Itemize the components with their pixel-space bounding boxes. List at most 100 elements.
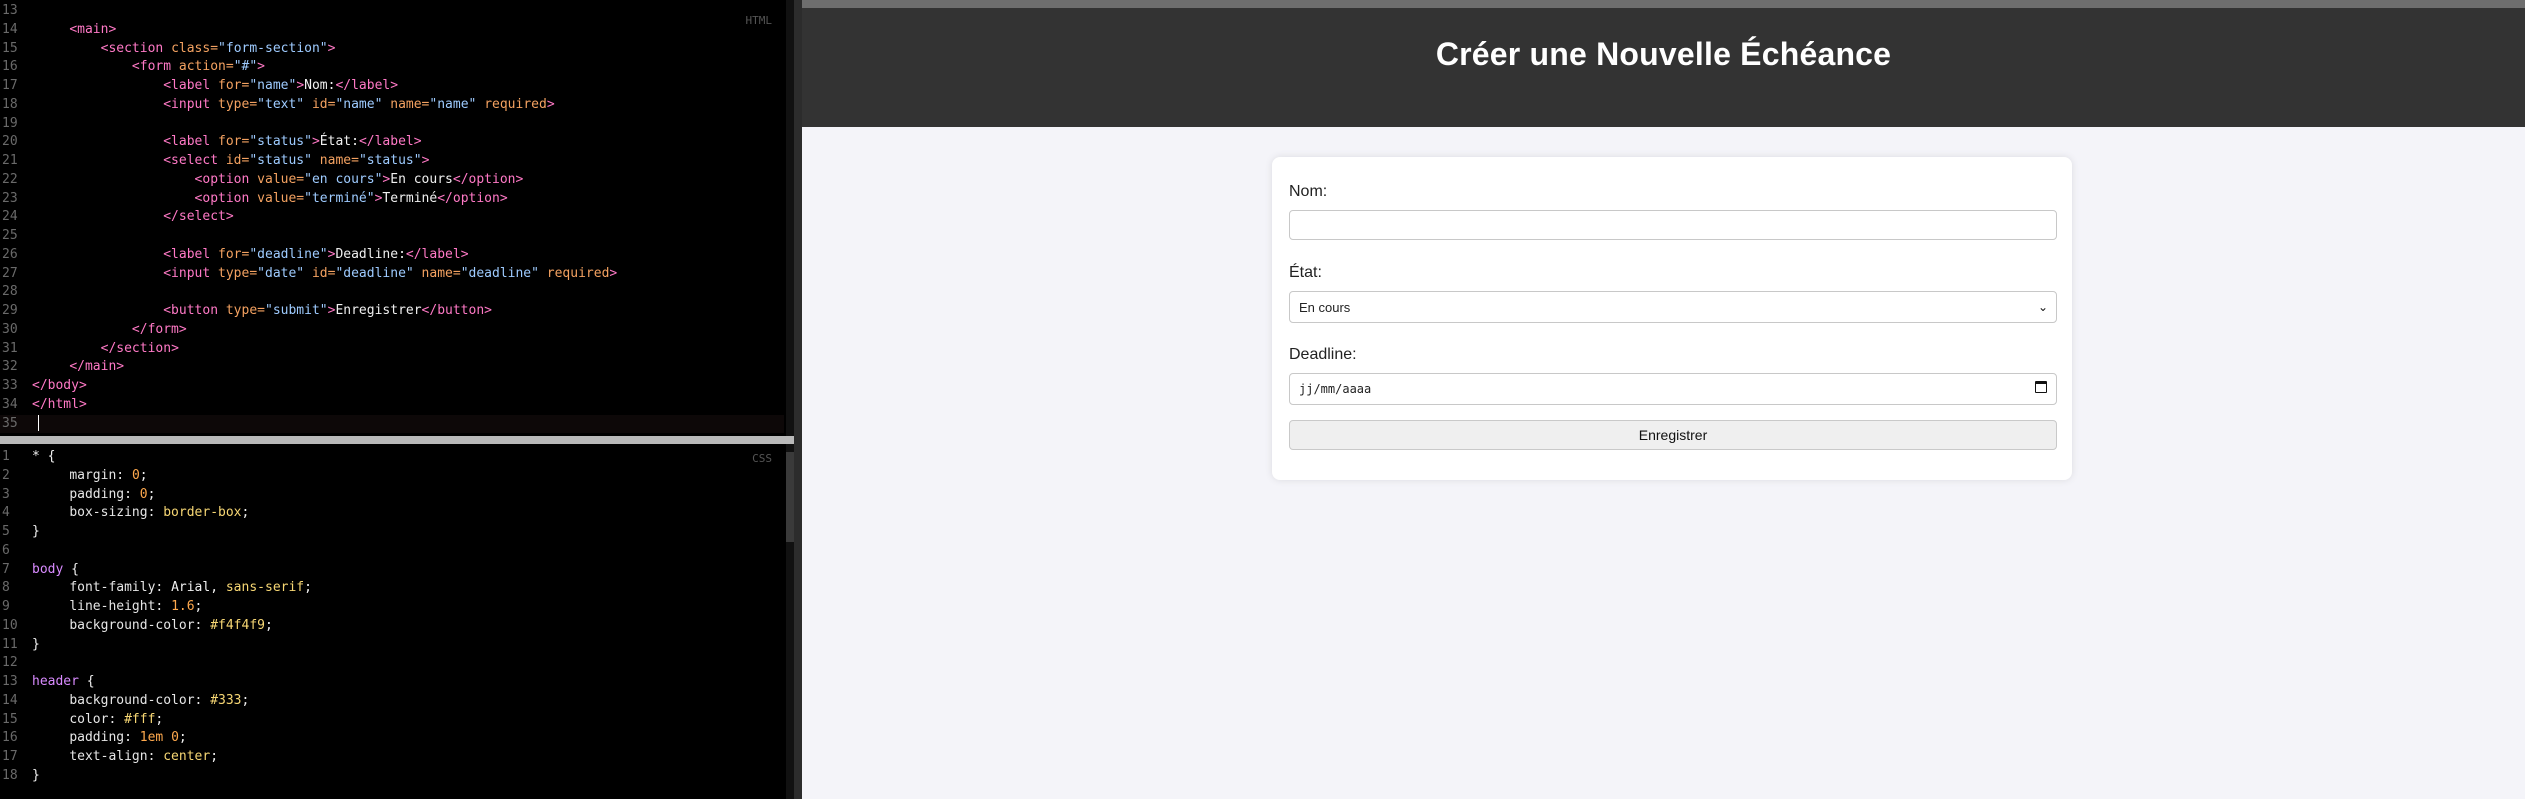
code-text: <option value="en cours">En cours</optio… [194,171,524,187]
code-line[interactable]: 20 <label for="status">État:</label> [0,133,784,152]
line-number: 15 [2,40,18,56]
line-number: 16 [2,730,18,746]
code-text: <option value="terminé">Terminé</option> [194,190,508,206]
code-text: <main> [69,21,117,37]
code-line[interactable]: 35 [0,414,784,434]
code-text: <section class="form-section"> [100,40,336,56]
code-line[interactable]: 17 <label for="name">Nom:</label> [0,77,784,96]
line-number: 33 [2,378,18,393]
code-line[interactable]: 2 margin: 0; [0,467,784,486]
code-text: background-color: #f4f4f9; [69,617,273,633]
code-line[interactable]: 22 <option value="en cours">En cours</op… [0,171,784,190]
code-line[interactable]: 7 body { [0,561,784,580]
deadline-input[interactable]: jj/mm/aaaa [1289,373,2057,405]
code-line[interactable]: 33 </body> [0,377,784,396]
code-line[interactable]: 17 text-align: center; [0,748,784,767]
text-caret [38,415,39,431]
editor-preview-splitter[interactable] [794,0,802,799]
line-number: 6 [2,542,10,558]
line-number: 19 [2,115,18,131]
deadline-label: Deadline: [1289,346,1357,363]
css-editor-pane[interactable]: CSS 1 * {2 margin: 0; 3 padding: 0; 4 box-s… [0,444,794,799]
code-line[interactable]: 8 font-family: Arial, sans-serif; [0,579,784,598]
code-line[interactable]: 19 [0,115,784,134]
line-number: 13 [2,3,18,18]
line-number: 1 [2,449,10,464]
code-line[interactable]: 34 </html> [0,396,784,415]
code-line[interactable]: 18} [0,767,784,786]
code-line[interactable]: 3 padding: 0; [0,486,784,505]
preview-topbar [802,0,2525,8]
code-line[interactable]: 4 box-sizing: border-box; [0,504,784,523]
html-editor-pane[interactable]: HTML 13 14 <main> 15 <section class="form-… [0,0,794,436]
pane-splitter[interactable] [0,436,794,444]
line-number: 18 [2,96,18,112]
css-code[interactable]: 1 * {2 margin: 0; 3 padding: 0; 4 box-sizin… [0,448,784,786]
code-text: text-align: center; [69,749,219,764]
code-line[interactable]: 16 padding: 1em 0; [0,729,784,748]
code-text: </main> [69,359,125,375]
html-scrollbar[interactable] [786,0,794,436]
submit-button[interactable]: Enregistrer [1289,420,2057,450]
line-number: 9 [2,599,10,614]
status-selected-value: En cours [1299,299,1351,315]
code-line[interactable]: 21 <select id="status" name="status"> [0,152,784,171]
code-line[interactable]: 10 background-color: #f4f4f9; [0,617,784,636]
page-header: Créer une Nouvelle Échéance [802,8,2525,127]
css-scrollbar-thumb[interactable] [786,452,794,542]
code-line[interactable]: 6 [0,542,784,561]
code-line[interactable]: 24 </select> [0,208,784,227]
code-line[interactable]: 13 [0,2,784,21]
code-text: } [32,767,40,783]
code-line[interactable]: 30 </form> [0,321,784,340]
form-section: Nom: État: En cours ⌄ Deadline: jj/mm/aa… [1272,157,2072,480]
line-number: 7 [2,561,10,577]
code-editor: HTML 13 14 <main> 15 <section class="form-… [0,0,794,799]
code-line[interactable]: 28 [0,283,784,302]
code-line[interactable]: 11} [0,636,784,655]
html-code[interactable]: 13 14 <main> 15 <section class="form-secti… [0,2,784,434]
name-input[interactable] [1289,210,2057,240]
code-text: header { [32,674,95,689]
code-line[interactable]: 14 <main> [0,21,784,40]
code-line[interactable]: 16 <form action="#"> [0,58,784,77]
code-line[interactable]: 1 * { [0,448,784,467]
line-number: 21 [2,153,18,168]
code-line[interactable]: 31 </section> [0,340,784,359]
code-line[interactable]: 15 <section class="form-section"> [0,40,784,59]
line-number: 35 [2,415,18,431]
status-select[interactable]: En cours ⌄ [1289,291,2057,323]
code-line[interactable]: 15 color: #fff; [0,711,784,730]
code-line[interactable]: 18 <input type="text" id="name" name="na… [0,96,784,115]
line-number: 5 [2,524,10,539]
status-label: État: [1289,264,1322,281]
css-scrollbar[interactable] [786,444,794,799]
code-line[interactable]: 5} [0,523,784,542]
code-text: <label for="deadline">Deadline:</label> [163,246,469,262]
calendar-icon[interactable] [2035,381,2047,393]
code-line[interactable]: 29 <button type="submit">Enregistrer</bu… [0,302,784,321]
code-line[interactable]: 9 line-height: 1.6; [0,598,784,617]
code-line[interactable]: 26 <label for="deadline">Deadline:</labe… [0,246,784,265]
code-text: body { [32,561,79,577]
code-line[interactable]: 32 </main> [0,358,784,377]
line-number: 13 [2,674,18,689]
code-text: padding: 1em 0; [69,730,187,746]
code-text: box-sizing: border-box; [69,505,250,521]
code-line[interactable]: 12 [0,654,784,673]
code-line[interactable]: 23 <option value="terminé">Terminé</opti… [0,190,784,209]
line-number: 27 [2,265,18,281]
line-number: 3 [2,486,10,502]
line-number: 17 [2,749,18,764]
code-line[interactable]: 13 header { [0,673,784,692]
code-line[interactable]: 25 [0,227,784,246]
code-line[interactable]: 27 <input type="date" id="deadline" name… [0,265,784,284]
code-text: <input type="date" id="deadline" name="d… [163,265,618,281]
code-line[interactable]: 14 background-color: #333; [0,692,784,711]
code-text: </section> [100,340,179,356]
